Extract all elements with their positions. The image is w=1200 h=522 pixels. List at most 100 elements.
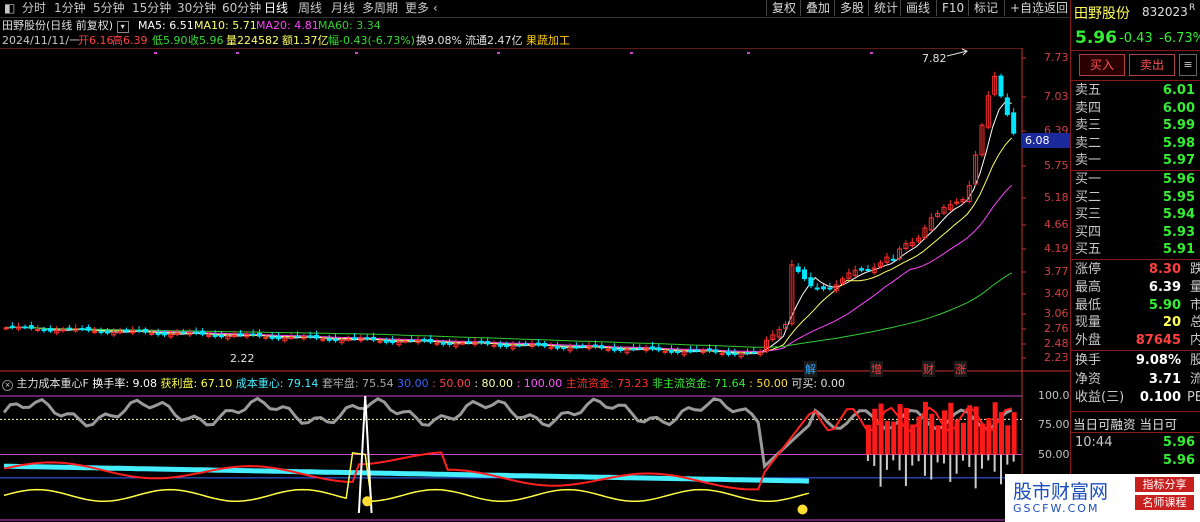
bar-amount: 额1.37亿 — [282, 34, 329, 47]
candle-body-88 — [561, 346, 567, 349]
locked-bar-156 — [993, 454, 996, 472]
locked-bar-141 — [898, 454, 901, 471]
tab-2[interactable]: 5分钟 — [93, 1, 125, 16]
tick-row-0-value: 5.96 — [1162, 435, 1195, 450]
ask-row-3: 卖二 5.98 — [1075, 135, 1199, 153]
ind-l80: : 80.00 — [474, 377, 514, 390]
toolbar-right-8[interactable]: 返回 — [1038, 0, 1073, 16]
toolbar-right-5[interactable]: F10 — [936, 0, 969, 16]
ind-l50b: : 50.00 — [749, 377, 788, 390]
toolbar-right-1[interactable]: 叠加 — [800, 0, 835, 16]
bar-turnover: 换9.08% — [416, 34, 462, 47]
top-marker-0 — [154, 52, 157, 54]
ind-turnover: 换手率: 9.08 — [92, 377, 158, 390]
bid-row-1-value: 5.95 — [1162, 189, 1195, 205]
candle-body-159 — [1011, 112, 1017, 134]
toolbar-right-3[interactable]: 统计 — [868, 0, 903, 16]
tab-1[interactable]: 1分钟 — [54, 1, 86, 16]
ind-main-fund: 主流资金: 73.23 — [565, 377, 649, 390]
high-arrow — [946, 48, 968, 57]
candle-body-1 — [9, 325, 15, 328]
bid-row-1: 买二 5.95 — [1075, 189, 1199, 207]
toolbar-right-2[interactable]: 多股 — [834, 0, 869, 16]
locked-bar-151 — [961, 454, 964, 461]
ma60-label: MA60: 3.34 — [318, 19, 381, 32]
toolbar-right-4[interactable]: 画线 — [900, 0, 935, 16]
candle-body-52 — [333, 338, 339, 342]
locked-bar-154 — [980, 454, 983, 469]
event-mark-0[interactable]: 解 — [804, 361, 817, 377]
ind-profit: 获利盘: 67.10 — [160, 377, 233, 390]
stat2-row-2-value: 0.100 — [1139, 390, 1181, 405]
bid-row-3-label: 买四 — [1075, 224, 1102, 240]
watermark-tag2: 名师课程 — [1135, 495, 1194, 510]
event-mark-1[interactable]: 增 — [870, 361, 883, 377]
locked-bar-140 — [892, 454, 895, 461]
indicator-dropdown-icon[interactable]: × — [2, 380, 13, 391]
quote-panel: 田野股份 832023 R 5.96 -0.43 -6.73% 买入 卖出 ≡ … — [1070, 0, 1200, 522]
tab-3[interactable]: 15分钟 — [132, 1, 171, 16]
candle-body-96 — [611, 347, 617, 351]
tab-10[interactable]: 更多 ‹ — [405, 1, 438, 16]
ind-label-0: 100.0 — [1038, 389, 1070, 402]
tab-4[interactable]: 30分钟 — [177, 1, 216, 16]
event-mark-2[interactable]: 财 — [922, 361, 935, 377]
candle-body-125 — [795, 266, 801, 272]
candle-body-37 — [237, 333, 243, 336]
dropdown-icon[interactable]: ▾ — [116, 21, 129, 33]
quote-change-pct: -6.73% — [1159, 31, 1200, 46]
candle-body-135 — [859, 268, 865, 271]
price-label-11: 2.48 — [1044, 337, 1069, 350]
candle-body-157 — [998, 75, 1004, 97]
bid-row-1-label: 买二 — [1075, 189, 1102, 205]
price-label-0: 7.73 — [1044, 51, 1069, 64]
toolbar-right-6[interactable]: 标记 — [968, 0, 1003, 16]
ask-row-4-value: 5.97 — [1162, 153, 1195, 168]
tab-9[interactable]: 多周期 — [362, 1, 398, 16]
ask-row-4: 卖一 5.97 — [1075, 152, 1199, 170]
locked-bar-153 — [974, 454, 977, 489]
main-fund-bar-138 — [878, 403, 884, 455]
sell-button[interactable]: 卖出 — [1129, 54, 1175, 76]
sector-label[interactable]: 果蔬加工 — [526, 34, 570, 48]
candle-body-59 — [377, 340, 383, 343]
more-menu-icon[interactable]: ≡ — [1179, 54, 1197, 76]
toolbar-menu-icon[interactable]: ◧ — [4, 1, 15, 16]
locked-bar-139 — [885, 454, 888, 470]
candle-body-5 — [35, 329, 41, 332]
stat-row-1: 最高 6.39 量 — [1075, 279, 1200, 297]
toolbar-right-0[interactable]: 复权 — [766, 0, 801, 16]
event-mark-3[interactable]: 涨 — [954, 361, 967, 377]
ask-row-0: 卖五 6.01 — [1075, 82, 1199, 100]
bid-row-4-label: 买五 — [1075, 242, 1102, 257]
stat2-row-0-label: 换手 — [1075, 353, 1102, 368]
candle-body-75 — [478, 340, 484, 344]
tab-7[interactable]: 周线 — [298, 1, 322, 16]
bar-float: 流通2.47亿 — [465, 34, 523, 47]
tab-5[interactable]: 60分钟 — [222, 1, 261, 16]
locked-bar-138 — [879, 454, 882, 487]
stat2-row-2-extra: PE — [1186, 390, 1200, 405]
kline-chart[interactable] — [0, 48, 1070, 522]
top-marker-4 — [630, 52, 633, 54]
stat2-row-0-extra: 股 — [1189, 353, 1200, 368]
candle-body-0 — [3, 327, 9, 330]
candle-body-68 — [434, 342, 440, 345]
candle-body-117 — [744, 352, 750, 355]
locked-bar-149 — [949, 454, 952, 482]
price-label-4: 5.18 — [1044, 191, 1069, 204]
candle-body-60 — [383, 340, 389, 343]
tick-row-1-value: 5.96 — [1162, 453, 1195, 468]
tab-8[interactable]: 月线 — [331, 1, 355, 16]
candle-body-87 — [554, 345, 560, 349]
indicator-name[interactable]: 主力成本重心F — [17, 377, 89, 390]
tab-0[interactable]: 分时 — [22, 1, 46, 16]
candle-body-136 — [865, 268, 871, 271]
candle-body-14 — [92, 331, 98, 334]
ask-row-0-value: 6.01 — [1162, 83, 1195, 98]
ind-l30: 30.00 — [397, 377, 429, 390]
tab-6[interactable]: 日线 — [264, 1, 288, 16]
main-fund-bar-151 — [960, 422, 966, 455]
buy-button[interactable]: 买入 — [1079, 54, 1125, 76]
candle-body-42 — [269, 336, 275, 339]
